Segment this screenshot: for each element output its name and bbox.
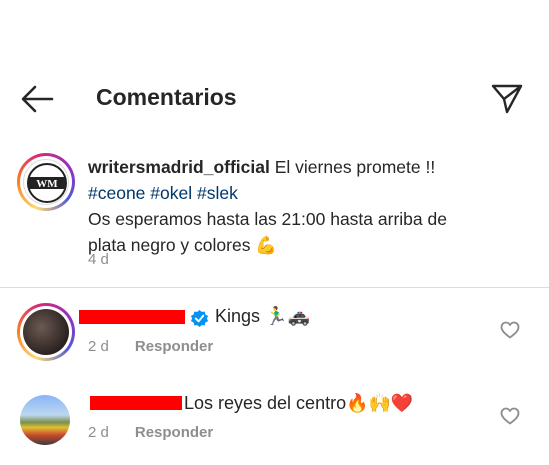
caption-text: writersmadrid_official El viernes promet… bbox=[88, 154, 528, 258]
redaction-bar bbox=[79, 310, 185, 324]
caption-line4: plata negro y colores 💪 bbox=[88, 235, 278, 255]
caption-line3: Os esperamos hasta las 21:00 hasta arrib… bbox=[88, 209, 447, 229]
comment-text: Los reyes del centro🔥🙌❤️ bbox=[184, 393, 414, 413]
page-title: Comentarios bbox=[96, 84, 237, 110]
back-arrow-icon[interactable] bbox=[20, 84, 54, 114]
verified-badge-icon bbox=[190, 309, 209, 328]
caption-timestamp: 4 d bbox=[88, 251, 109, 268]
hashtag-link[interactable]: #slek bbox=[197, 183, 238, 203]
svg-text:WM: WM bbox=[36, 178, 58, 190]
comment-avatar[interactable] bbox=[17, 303, 75, 361]
comment-meta: 2 d Responder bbox=[88, 338, 213, 355]
caption-line1: El viernes promete !! bbox=[269, 157, 436, 177]
comment-avatar[interactable] bbox=[20, 395, 70, 445]
comment-meta: 2 d Responder bbox=[88, 424, 213, 441]
redaction-bar bbox=[90, 396, 182, 410]
paper-plane-icon[interactable] bbox=[490, 82, 524, 114]
comment-text: Kings 🏃‍♂️🚓 bbox=[215, 306, 310, 326]
writersmadrid-logo: WM bbox=[27, 163, 67, 203]
hashtag-link[interactable]: #ceone bbox=[88, 183, 145, 203]
comment-timestamp: 2 d bbox=[88, 424, 109, 441]
caption-username[interactable]: writersmadrid_official bbox=[88, 157, 270, 177]
hashtag-link[interactable]: #okel bbox=[150, 183, 192, 203]
like-heart-icon[interactable] bbox=[500, 407, 520, 425]
comment-timestamp: 2 d bbox=[88, 338, 109, 355]
caption-hashtags: #ceone #okel #slek bbox=[88, 180, 528, 206]
like-heart-icon[interactable] bbox=[500, 321, 520, 339]
reply-button[interactable]: Responder bbox=[135, 338, 213, 355]
reply-button[interactable]: Responder bbox=[135, 424, 213, 441]
divider bbox=[0, 287, 549, 288]
caption-avatar[interactable]: WM bbox=[17, 153, 75, 211]
